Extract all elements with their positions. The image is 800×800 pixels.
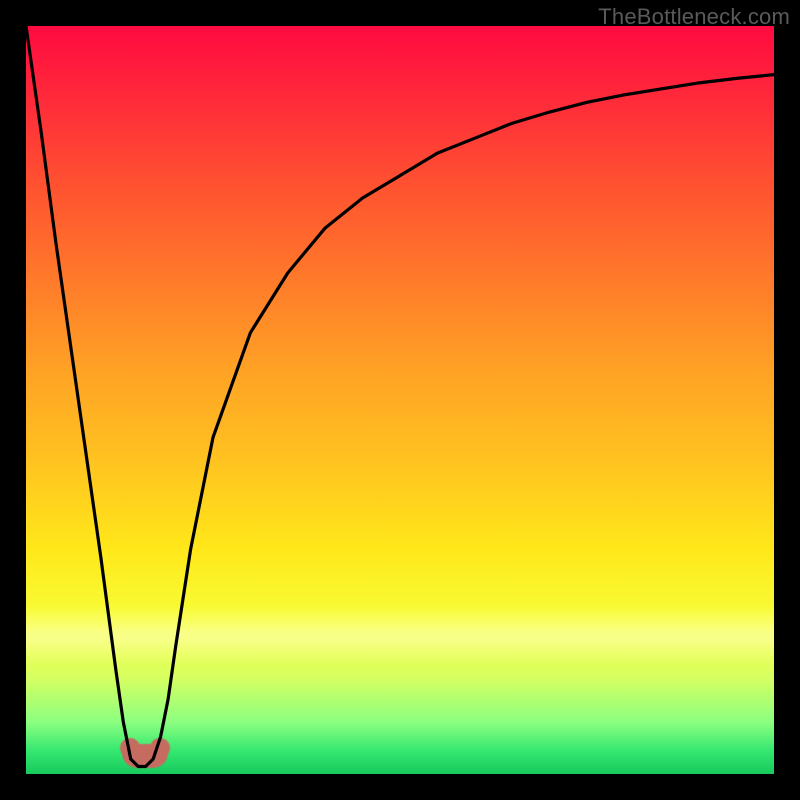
min-marker-blob — [122, 744, 168, 768]
highlight-band — [26, 606, 774, 666]
chart-plot-area — [26, 26, 774, 774]
